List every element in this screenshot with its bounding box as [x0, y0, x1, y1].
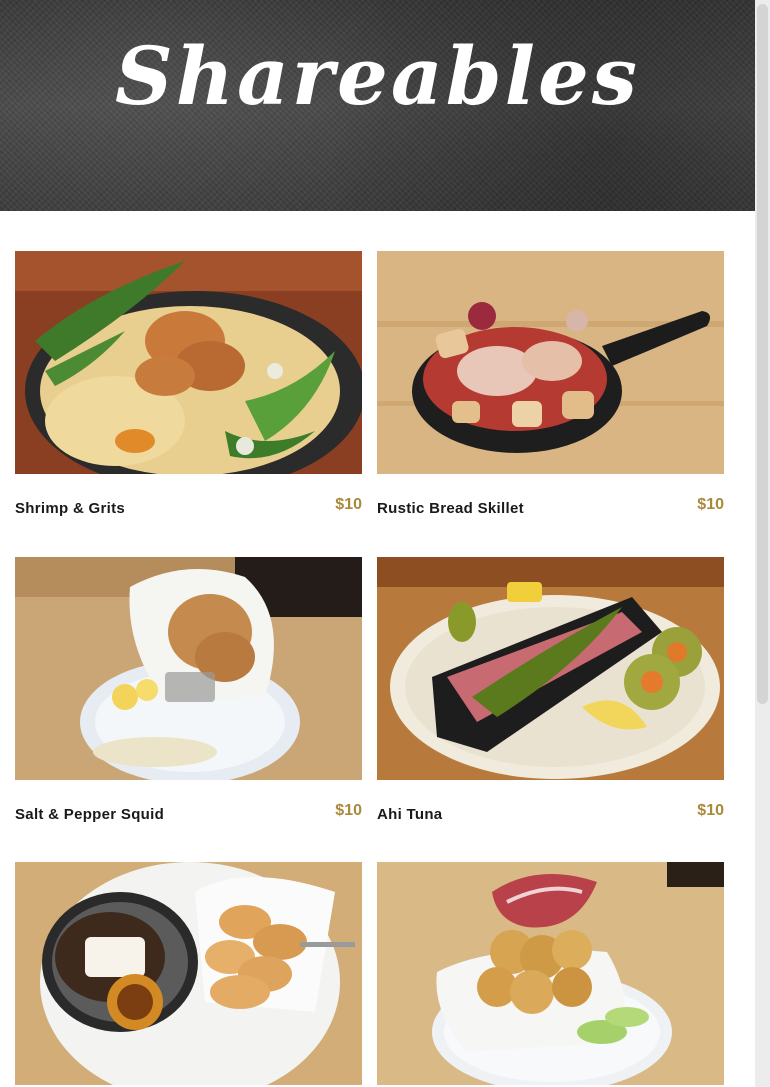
- menu-item-photo[interactable]: [377, 557, 724, 780]
- menu-item-name: Shrimp & Grits: [15, 500, 126, 517]
- salt-pepper-squid-image: [15, 557, 362, 780]
- menu-item-card[interactable]: Salt & Pepper Squid $10: [15, 557, 362, 837]
- menu-item-card[interactable]: [377, 862, 724, 1087]
- dip-with-crostini-image: [15, 862, 362, 1085]
- menu-item-photo[interactable]: [377, 251, 724, 474]
- menu-page: Shareables Shrimp & Grits $10 Rustic Bre…: [0, 0, 755, 1087]
- section-title: Shareables: [115, 29, 640, 123]
- ahi-tuna-image: [377, 557, 724, 780]
- menu-item-photo[interactable]: [15, 557, 362, 780]
- menu-item-name: Salt & Pepper Squid: [15, 806, 165, 823]
- menu-item-name: Rustic Bread Skillet: [377, 500, 524, 517]
- menu-item-card[interactable]: Shrimp & Grits $10: [15, 251, 362, 531]
- rustic-bread-skillet-image: [377, 251, 724, 474]
- scrollbar-thumb[interactable]: [757, 4, 768, 704]
- menu-item-price: $10: [335, 802, 362, 819]
- section-header: Shareables: [0, 0, 755, 211]
- menu-item-card[interactable]: Ahi Tuna $10: [377, 557, 724, 837]
- menu-item-photo[interactable]: [15, 251, 362, 474]
- menu-item-photo[interactable]: [377, 862, 724, 1085]
- menu-item-price: $10: [697, 802, 724, 819]
- menu-item-price: $10: [697, 496, 724, 513]
- menu-item-photo[interactable]: [15, 862, 362, 1085]
- chips-with-ham-image: [377, 862, 724, 1085]
- menu-item-card[interactable]: Rustic Bread Skillet $10: [377, 251, 724, 531]
- menu-item-price: $10: [335, 496, 362, 513]
- menu-item-card[interactable]: [15, 862, 362, 1087]
- menu-item-name: Ahi Tuna: [377, 806, 443, 823]
- shrimp-grits-image: [15, 251, 362, 474]
